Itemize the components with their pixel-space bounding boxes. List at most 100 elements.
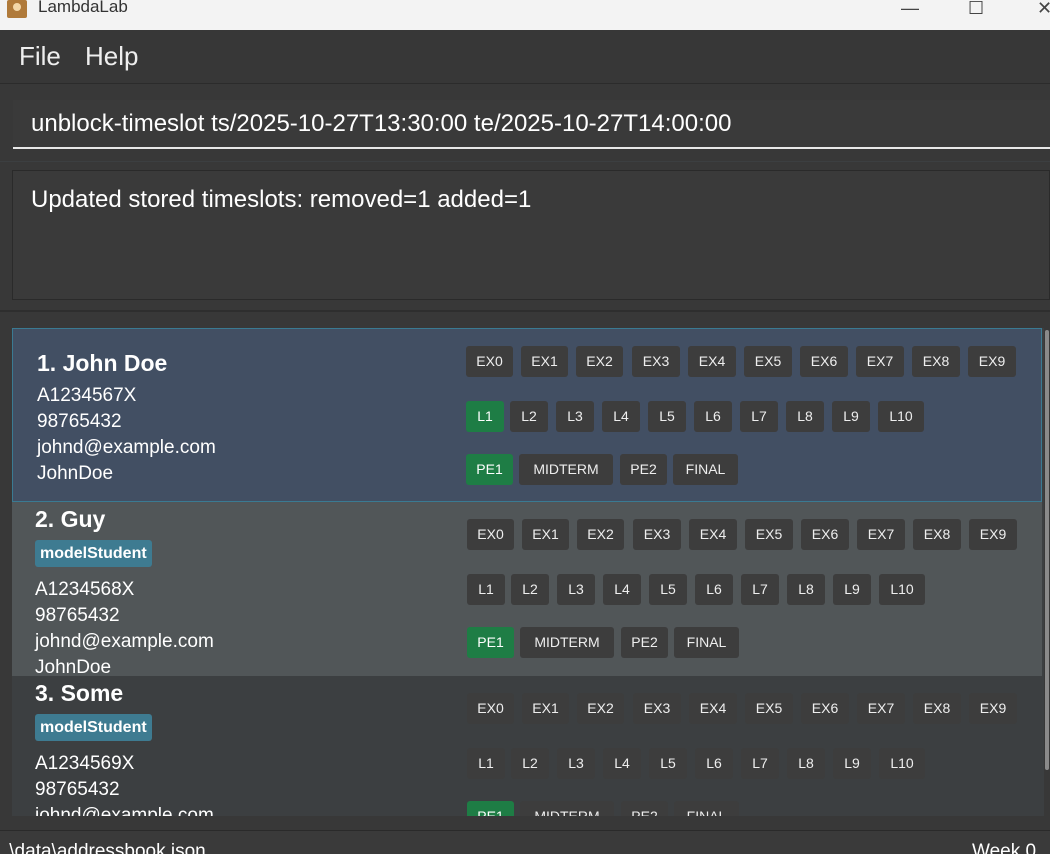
student-id: A1234567X	[37, 385, 137, 406]
exercise-chip-ex4[interactable]: EX4	[689, 519, 737, 550]
exercise-chip-ex5[interactable]: EX5	[744, 346, 792, 377]
lab-chip-l2[interactable]: L2	[511, 574, 549, 605]
student-id: A1234569X	[35, 753, 135, 774]
lab-chip-l7[interactable]: L7	[741, 748, 779, 779]
person-card[interactable]: 1. John Doe A1234567X 98765432 johnd@exampl…	[12, 328, 1042, 502]
lab-chip-l7[interactable]: L7	[740, 401, 778, 432]
lab-chip-l10[interactable]: L10	[879, 574, 925, 605]
exercise-chip-ex9[interactable]: EX9	[969, 519, 1017, 550]
exam-chip-final[interactable]: FINAL	[673, 454, 738, 485]
title-bar: LambdaLab — ☐ ✕	[0, 0, 1050, 30]
window-title: LambdaLab	[38, 0, 128, 16]
lab-chip-l1[interactable]: L1	[467, 574, 505, 605]
lab-chip-l8[interactable]: L8	[787, 574, 825, 605]
app-logo-icon	[7, 0, 27, 18]
lab-chip-l8[interactable]: L8	[787, 748, 825, 779]
exercise-chip-ex1[interactable]: EX1	[522, 693, 569, 724]
lab-chip-l3[interactable]: L3	[557, 748, 595, 779]
exercise-chip-ex6[interactable]: EX6	[800, 346, 848, 377]
exercise-chip-ex9[interactable]: EX9	[969, 693, 1017, 724]
lab-chip-l1[interactable]: L1	[466, 401, 504, 432]
exam-chip-midterm[interactable]: MIDTERM	[520, 627, 614, 658]
exercise-chip-ex8[interactable]: EX8	[912, 346, 960, 377]
lab-chip-l8[interactable]: L8	[786, 401, 824, 432]
command-input[interactable]	[13, 100, 1050, 149]
phone-number: 98765432	[35, 779, 120, 800]
exercise-chip-ex7[interactable]: EX7	[856, 346, 904, 377]
exam-chip-final[interactable]: FINAL	[674, 627, 739, 658]
lab-chip-l9[interactable]: L9	[832, 401, 870, 432]
exercise-chip-ex0[interactable]: EX0	[467, 519, 514, 550]
exercise-chip-ex7[interactable]: EX7	[857, 519, 905, 550]
exercise-chip-ex0[interactable]: EX0	[467, 693, 514, 724]
phone-number: 98765432	[35, 605, 120, 626]
maximize-button[interactable]: ☐	[968, 0, 984, 19]
result-display-area: Updated stored timeslots: removed=1 adde…	[0, 162, 1050, 310]
lab-chip-l5[interactable]: L5	[649, 748, 687, 779]
exercise-chip-ex5[interactable]: EX5	[745, 693, 793, 724]
close-button[interactable]: ✕	[1037, 0, 1050, 19]
lab-chip-l4[interactable]: L4	[603, 748, 641, 779]
exam-chip-midterm[interactable]: MIDTERM	[519, 454, 613, 485]
save-file-path: .\data\addressbook.json	[4, 841, 206, 854]
exam-chip-pe1[interactable]: PE1	[466, 454, 513, 485]
list-scrollbar[interactable]	[1045, 330, 1049, 770]
exercise-chip-ex2[interactable]: EX2	[577, 693, 624, 724]
exercise-chip-ex1[interactable]: EX1	[522, 519, 569, 550]
phone-number: 98765432	[37, 411, 122, 432]
exam-chip-pe2[interactable]: PE2	[621, 801, 668, 816]
exercise-chip-ex0[interactable]: EX0	[466, 346, 513, 377]
exercise-chip-ex3[interactable]: EX3	[632, 346, 680, 377]
exam-chip-pe1[interactable]: PE1	[467, 801, 514, 816]
exercise-chip-ex6[interactable]: EX6	[801, 519, 849, 550]
lab-chip-l6[interactable]: L6	[694, 401, 732, 432]
exercise-chip-ex7[interactable]: EX7	[857, 693, 905, 724]
lab-chip-l6[interactable]: L6	[695, 574, 733, 605]
exam-chip-midterm[interactable]: MIDTERM	[520, 801, 614, 816]
lab-chip-l9[interactable]: L9	[833, 574, 871, 605]
person-card[interactable]: 3. Some modelStudent A1234569X 98765432 john…	[12, 676, 1042, 816]
lab-chip-l3[interactable]: L3	[556, 401, 594, 432]
exam-chip-pe2[interactable]: PE2	[620, 454, 667, 485]
exercise-chip-ex3[interactable]: EX3	[633, 519, 681, 550]
lab-chip-l6[interactable]: L6	[695, 748, 733, 779]
exercise-chip-ex9[interactable]: EX9	[968, 346, 1016, 377]
exercise-chip-ex2[interactable]: EX2	[576, 346, 623, 377]
student-id: A1234568X	[35, 579, 135, 600]
lab-chip-l1[interactable]: L1	[467, 748, 505, 779]
result-display: Updated stored timeslots: removed=1 adde…	[12, 170, 1050, 300]
exercise-chip-ex3[interactable]: EX3	[633, 693, 681, 724]
lab-chip-l4[interactable]: L4	[603, 574, 641, 605]
person-list-panel: 1. John Doe A1234567X 98765432 johnd@exampl…	[0, 310, 1050, 832]
person-card[interactable]: 2. Guy modelStudent A1234568X 98765432 johnd…	[12, 502, 1042, 678]
lab-chip-l4[interactable]: L4	[602, 401, 640, 432]
tag-badge: modelStudent	[35, 714, 152, 741]
menu-file[interactable]: File	[19, 41, 61, 72]
exercise-chip-ex5[interactable]: EX5	[745, 519, 793, 550]
exam-chip-pe1[interactable]: PE1	[467, 627, 514, 658]
exercise-chip-ex1[interactable]: EX1	[521, 346, 568, 377]
lab-chip-l2[interactable]: L2	[510, 401, 548, 432]
lab-chip-l7[interactable]: L7	[741, 574, 779, 605]
minimize-button[interactable]: —	[901, 0, 919, 19]
lab-chip-l5[interactable]: L5	[648, 401, 686, 432]
exam-chip-pe2[interactable]: PE2	[621, 627, 668, 658]
command-box-area	[0, 84, 1050, 161]
lab-chip-l10[interactable]: L10	[878, 401, 924, 432]
lab-chip-l5[interactable]: L5	[649, 574, 687, 605]
exercise-chip-ex2[interactable]: EX2	[577, 519, 624, 550]
person-list[interactable]: 1. John Doe A1234567X 98765432 johnd@exampl…	[12, 328, 1044, 816]
exercise-chip-ex4[interactable]: EX4	[689, 693, 737, 724]
lab-chip-l2[interactable]: L2	[511, 748, 549, 779]
lab-chip-l9[interactable]: L9	[833, 748, 871, 779]
person-name: 1. John Doe	[37, 350, 168, 376]
github-username: JohnDoe	[37, 463, 114, 484]
exam-chip-final[interactable]: FINAL	[674, 801, 739, 816]
exercise-chip-ex8[interactable]: EX8	[913, 519, 961, 550]
exercise-chip-ex4[interactable]: EX4	[688, 346, 736, 377]
lab-chip-l3[interactable]: L3	[557, 574, 595, 605]
lab-chip-l10[interactable]: L10	[879, 748, 925, 779]
menu-help[interactable]: Help	[85, 41, 138, 72]
exercise-chip-ex8[interactable]: EX8	[913, 693, 961, 724]
exercise-chip-ex6[interactable]: EX6	[801, 693, 849, 724]
